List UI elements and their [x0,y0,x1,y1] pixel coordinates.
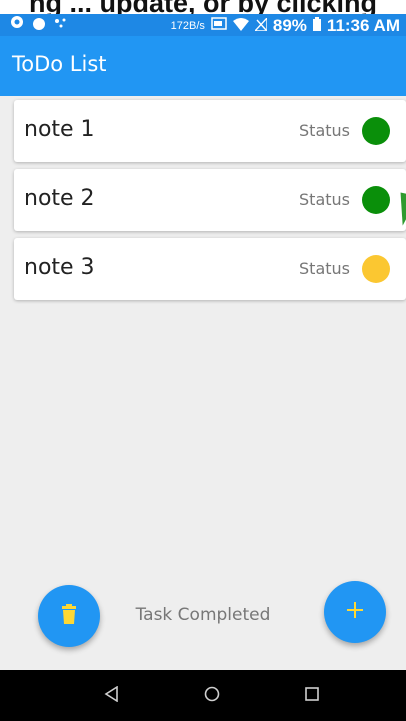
status-indicator[interactable] [362,255,390,283]
note-card[interactable]: note 2 Status [14,169,406,231]
note-title: note 1 [24,117,95,142]
home-circle-icon [204,686,220,706]
recents-square-icon [305,686,319,705]
status-indicator[interactable] [362,186,390,214]
app-bar: ToDo List [0,36,406,96]
circle-notification-icon [33,18,45,30]
settings-aperture-icon [10,15,24,33]
top-caption-strip: ng ... update, or by clicking [0,0,406,14]
note-title: note 2 [24,186,95,211]
caption-text: ng ... update, or by clicking [0,0,406,14]
nav-home-button[interactable] [182,670,242,721]
back-triangle-icon [104,685,120,706]
navigation-bar [0,670,406,721]
status-indicator[interactable] [362,117,390,145]
no-signal-icon [253,15,268,35]
wifi-icon [232,17,249,35]
battery-percent: 89% [272,16,307,35]
network-speed: 172B/s [170,20,205,32]
plus-icon [346,601,364,623]
cast-icon [211,17,227,35]
add-note-button[interactable] [324,581,386,643]
status-bar: 172B/s 89% 11:36 AM [0,14,406,36]
note-card[interactable]: note 1 Status [14,100,406,162]
clock: 11:36 AM [326,16,400,35]
dots-notification-icon [54,16,68,33]
nav-recents-button[interactable] [282,670,342,721]
status-label: Status [299,121,350,140]
note-title: note 3 [24,255,95,280]
status-label: Status [299,259,350,278]
status-label: Status [299,190,350,209]
app-title: ToDo List [12,52,107,76]
nav-back-button[interactable] [82,670,142,721]
note-card[interactable]: note 3 Status [14,238,406,300]
battery-icon [312,17,321,35]
